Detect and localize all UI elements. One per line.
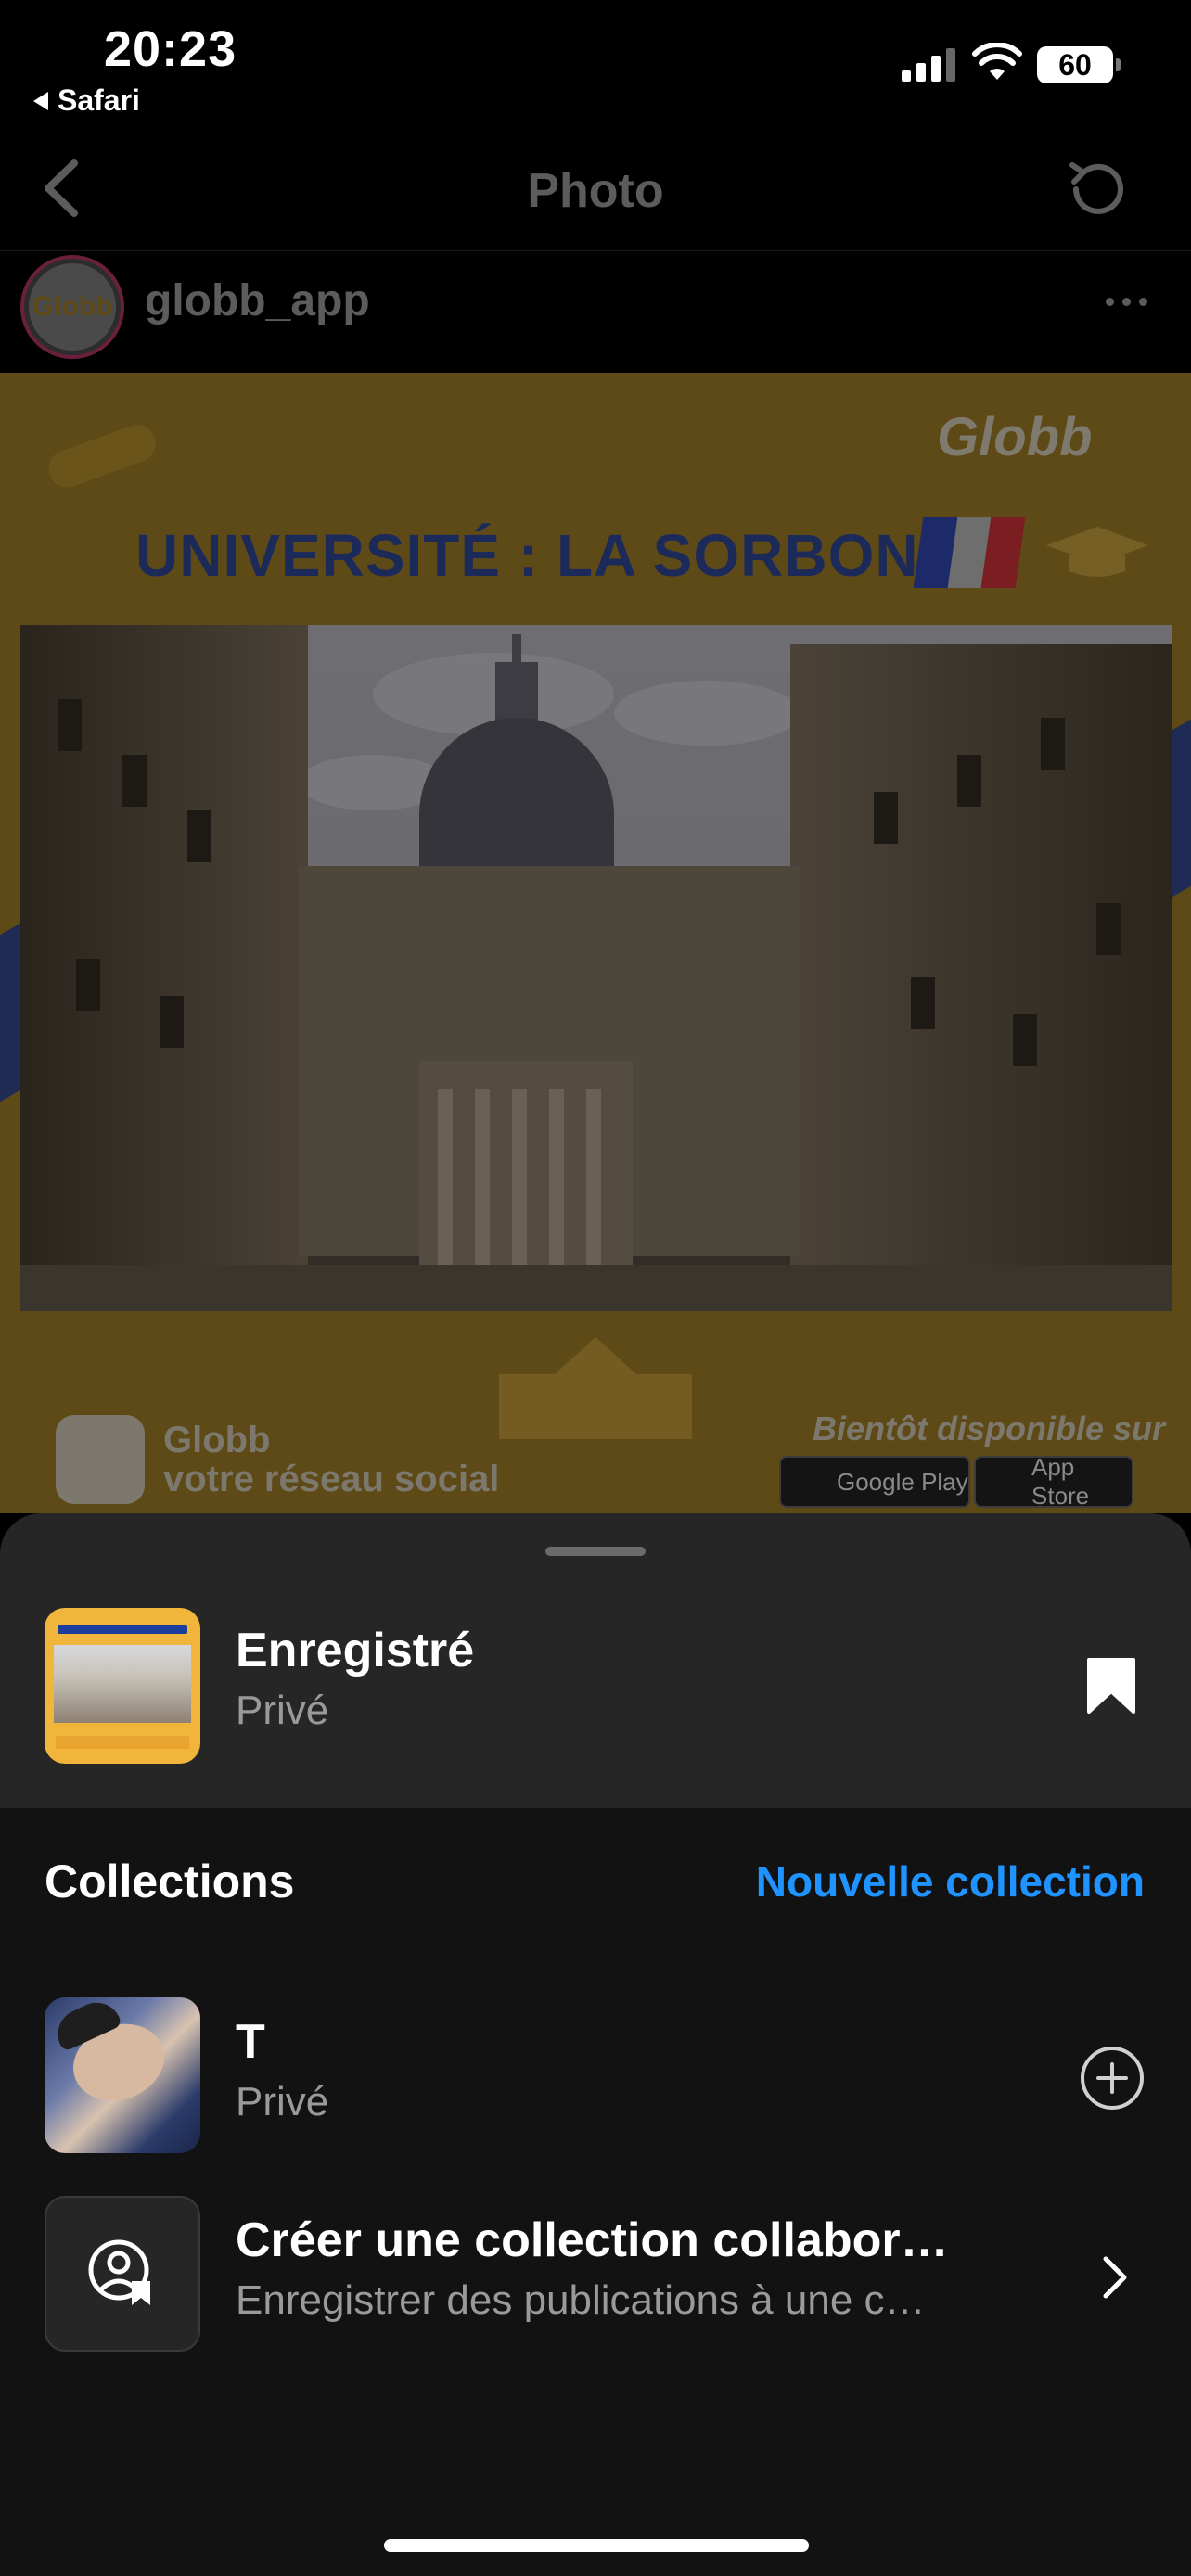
back-triangle-icon <box>33 91 48 110</box>
nav-bar: Photo <box>0 130 1191 250</box>
collection-thumbnail <box>45 1997 200 2153</box>
collection-privacy: Privé <box>236 2079 329 2124</box>
coming-soon-text: Bientôt disponible sur <box>813 1409 1166 1447</box>
collab-title: Créer une collection collabor… <box>236 2213 949 2267</box>
back-app-label: Safari <box>58 83 140 117</box>
collab-subtitle: Enregistrer des publications à une c… <box>236 2277 926 2323</box>
post-logo: Globb <box>937 407 1093 467</box>
brand-name: Globb <box>163 1420 271 1460</box>
battery-level: 60 <box>1058 47 1092 82</box>
more-horizontal-icon[interactable] <box>1106 298 1147 306</box>
saved-post-thumbnail <box>45 1608 200 1764</box>
avatar-logo: Globb <box>29 263 116 351</box>
diploma-icon <box>48 425 156 488</box>
sheet-grabber[interactable] <box>545 1547 646 1556</box>
status-bar: 20:23 Safari 60 <box>0 0 1191 130</box>
app-store-label: App Store <box>1031 1453 1090 1510</box>
brand-footer: Globb votre réseau social <box>56 1415 499 1504</box>
plus-circle-icon[interactable] <box>1080 2046 1145 2111</box>
french-flag-icon <box>913 517 1026 588</box>
avatar[interactable]: Globb <box>20 255 124 359</box>
saved-privacy: Privé <box>236 1688 329 1733</box>
google-play-badge: Google Play <box>779 1456 970 1508</box>
cellular-signal-icon <box>902 48 955 82</box>
save-bottom-sheet: Enregistré Privé Collections Nouvelle co… <box>0 1513 1191 2576</box>
collection-title: T <box>236 2015 265 2069</box>
create-collab-collection-row[interactable]: Créer une collection collabor… Enregistr… <box>0 2196 1191 2363</box>
new-collection-button[interactable]: Nouvelle collection <box>756 1856 1145 1906</box>
collection-row[interactable]: T Privé <box>0 1997 1191 2164</box>
battery-icon: 60 <box>1037 46 1121 83</box>
user-bookmark-icon <box>88 2239 150 2305</box>
saved-title: Enregistré <box>236 1624 475 1677</box>
post-image[interactable]: Globb UNIVERSITÉ : LA SORBONNE Globb vot… <box>0 373 1191 1513</box>
graduation-cap-icon <box>1046 527 1148 577</box>
collab-thumbnail <box>45 2196 200 2352</box>
app-store-badge: App Store <box>974 1453 1133 1510</box>
page-title: Photo <box>527 164 664 218</box>
home-indicator[interactable] <box>384 2539 809 2552</box>
globb-logo-icon <box>56 1415 145 1504</box>
brand-tagline: votre réseau social <box>163 1459 500 1499</box>
refresh-icon[interactable] <box>1063 156 1130 223</box>
wifi-icon <box>972 43 1022 80</box>
chevron-right-icon[interactable] <box>1098 2251 1132 2303</box>
sorbonne-photo <box>20 625 1172 1311</box>
decorative-stripe <box>1171 719 1191 899</box>
post-heading: UNIVERSITÉ : LA SORBONNE <box>135 522 1004 589</box>
collections-section: Collections Nouvelle collection T Privé <box>0 1808 1191 2576</box>
decorative-stripe <box>0 923 20 1103</box>
google-play-label: Google Play <box>837 1467 968 1496</box>
school-building-icon <box>499 1337 692 1439</box>
collections-heading: Collections <box>45 1855 295 1907</box>
back-to-safari-link[interactable]: Safari <box>33 83 140 118</box>
post-header: Globb globb_app <box>0 250 1191 373</box>
bookmark-filled-icon[interactable] <box>1085 1656 1137 1715</box>
status-time: 20:23 <box>104 21 237 77</box>
username-link[interactable]: globb_app <box>145 275 370 326</box>
